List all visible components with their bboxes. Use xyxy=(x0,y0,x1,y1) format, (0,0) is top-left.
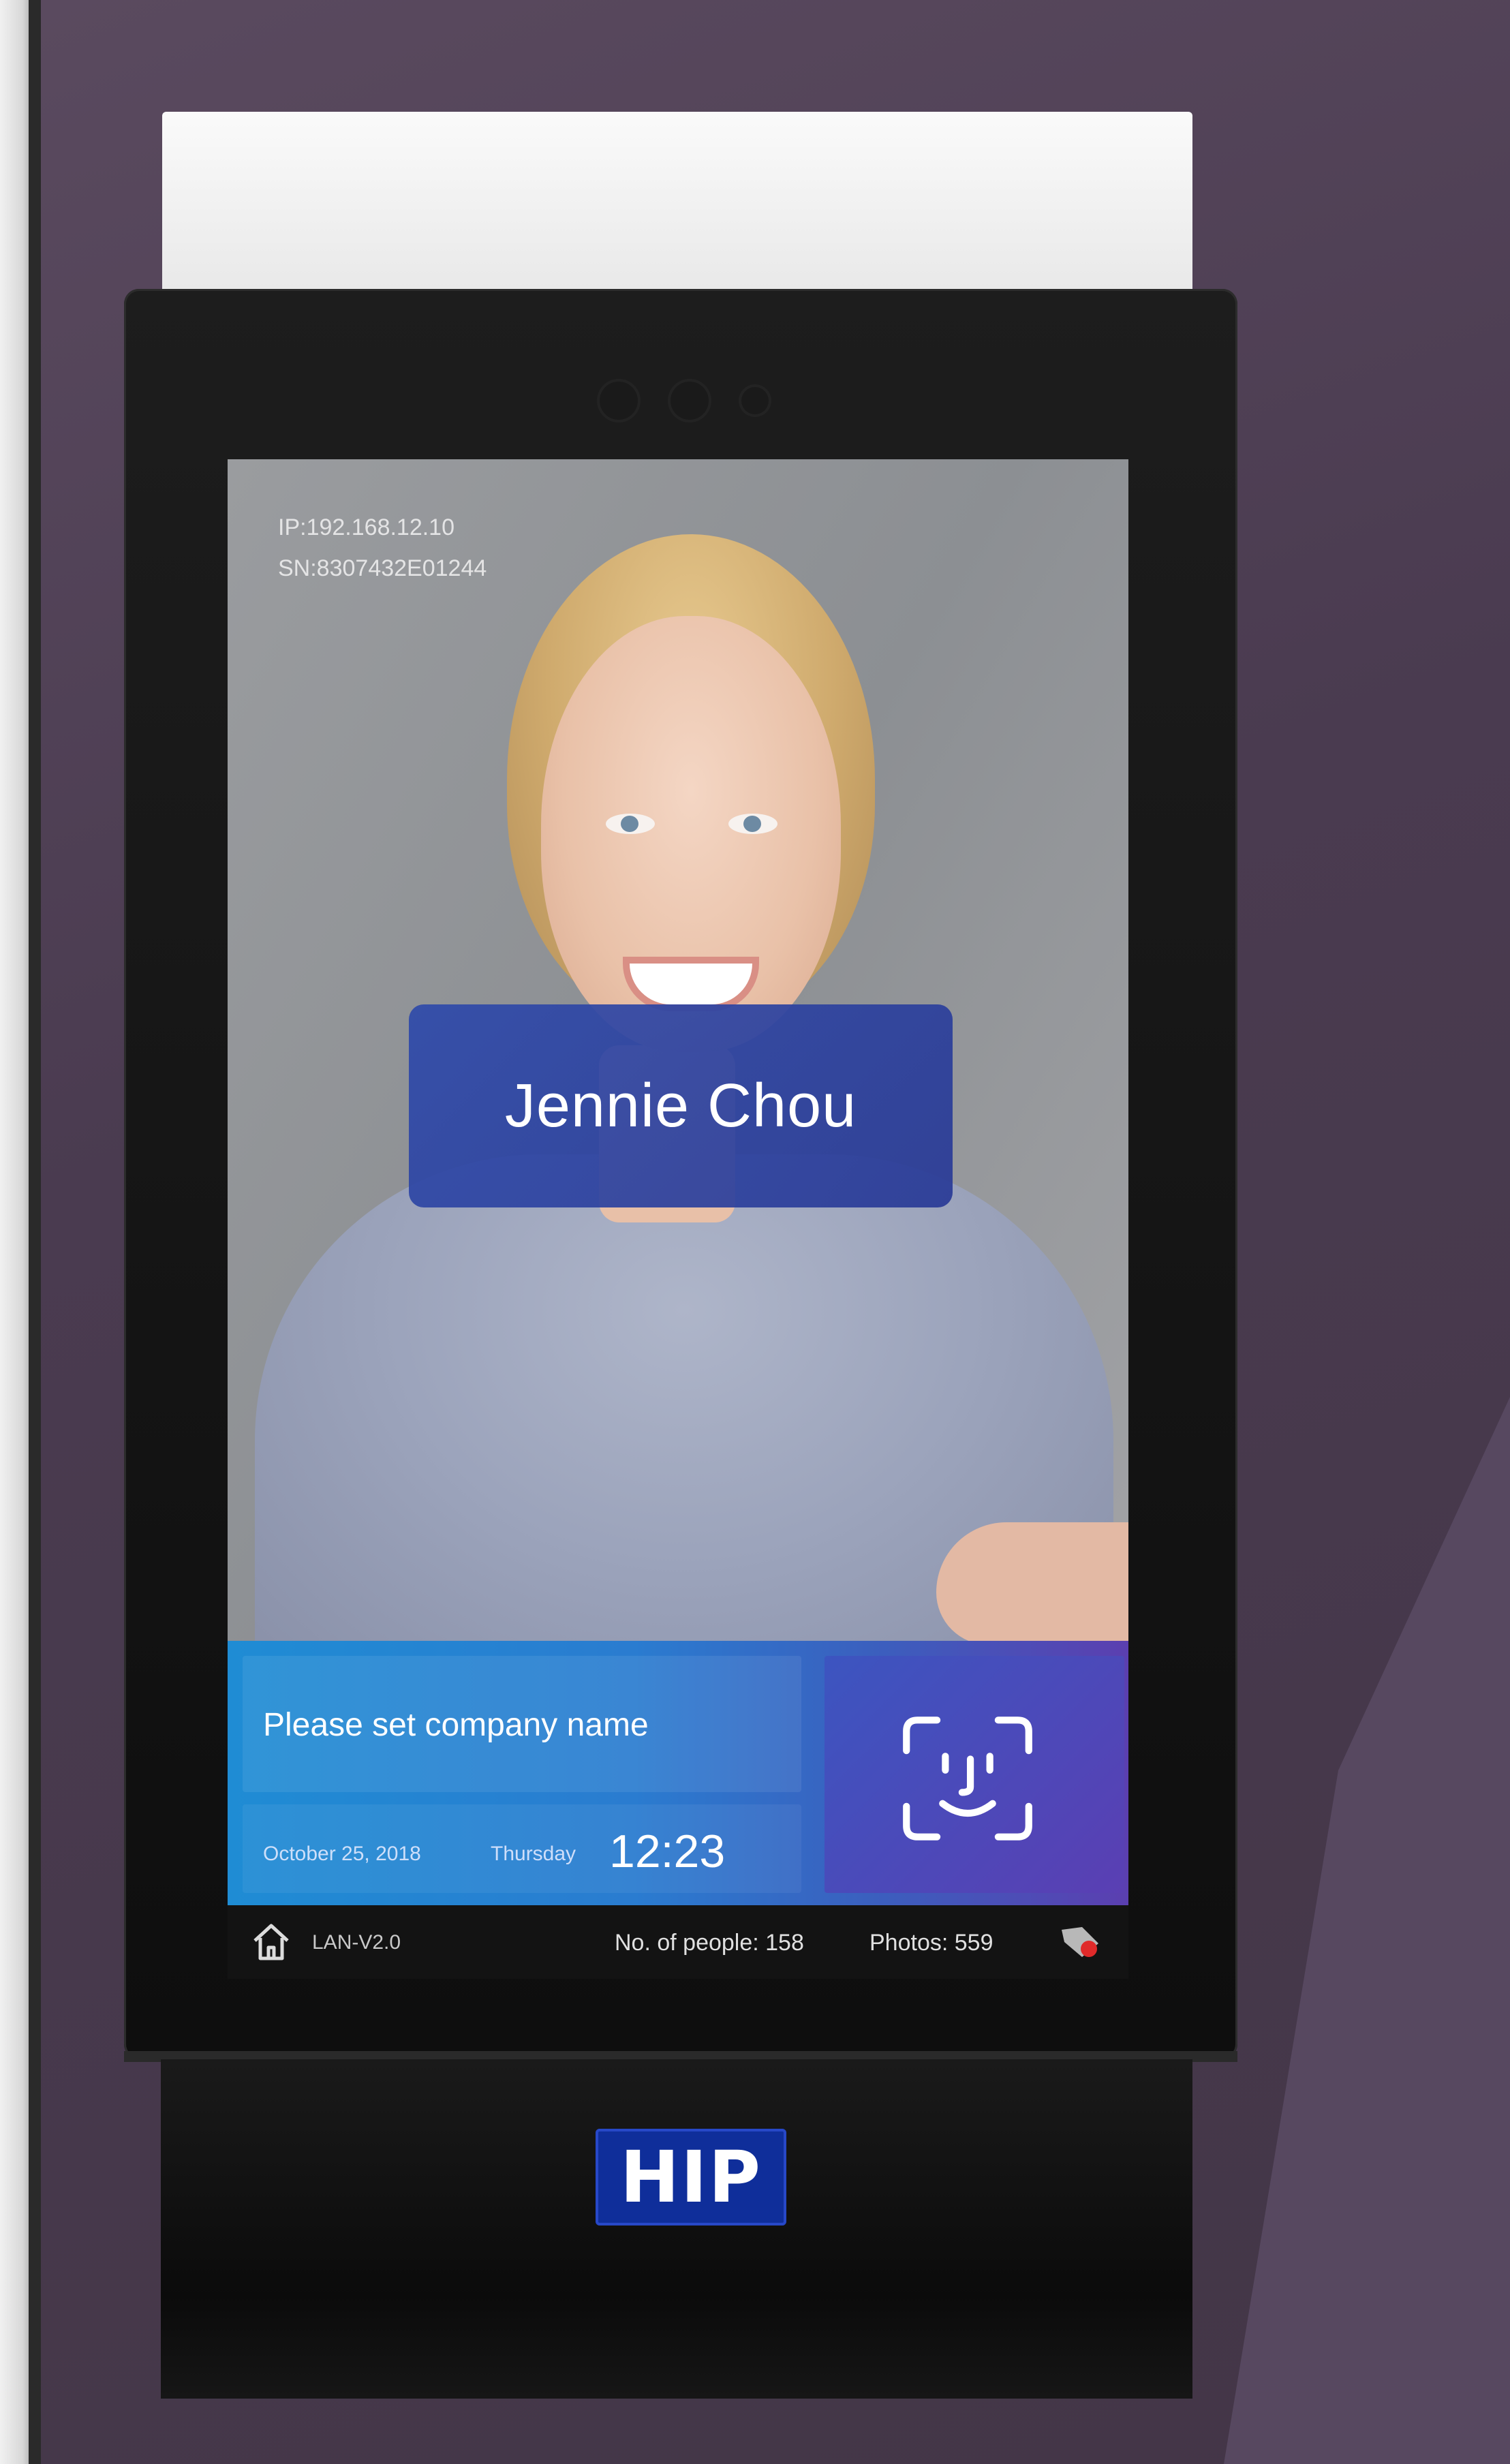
company-name: Please set company name xyxy=(263,1707,649,1743)
info-panel: Please set company name October 25, 2018… xyxy=(228,1641,1128,1905)
left-edge-shadow xyxy=(29,0,41,2464)
serial-number: SN:8307432E01244 xyxy=(278,555,487,581)
face-recognition-button[interactable] xyxy=(825,1656,1124,1893)
device-top-cover xyxy=(162,112,1192,309)
recognized-name: Jennie Chou xyxy=(504,1071,857,1140)
ip-address: IP:192.168.12.10 xyxy=(278,514,455,540)
device-info-overlay: IP:192.168.12.10 SN:8307432E01244 xyxy=(278,507,487,589)
person-eye xyxy=(728,814,777,834)
photos-count: Photos: 559 xyxy=(869,1930,993,1956)
tag-icon xyxy=(1062,1927,1098,1957)
face-scan-icon xyxy=(903,1716,1032,1841)
camera-lens-icon xyxy=(671,382,709,420)
weekday: Thursday xyxy=(491,1843,576,1865)
camera-lens-icon xyxy=(600,382,638,420)
camera-module xyxy=(600,373,859,428)
network-status: LAN-V2.0 xyxy=(312,1931,401,1954)
date: October 25, 2018 xyxy=(263,1843,421,1865)
camera-feed: IP:192.168.12.10 SN:8307432E01244 Jennie… xyxy=(228,459,1128,1672)
home-icon[interactable] xyxy=(249,1920,293,1964)
people-count: No. of people: 158 xyxy=(615,1930,804,1956)
recognition-name-card: Jennie Chou xyxy=(409,1004,953,1207)
device-base xyxy=(161,2059,1192,2399)
ir-sensor-icon xyxy=(741,387,769,414)
person-arm xyxy=(936,1522,1128,1645)
device-screen: IP:192.168.12.10 SN:8307432E01244 Jennie… xyxy=(228,459,1128,1979)
brand-logo-text: HIP xyxy=(620,2136,762,2219)
hip-brand-logo: HIP xyxy=(596,2129,786,2226)
clock-time: 12:23 xyxy=(609,1826,726,1877)
status-bar: LAN-V2.0 No. of people: 158 Photos: 559 xyxy=(228,1905,1128,1979)
person-eye xyxy=(606,814,655,834)
